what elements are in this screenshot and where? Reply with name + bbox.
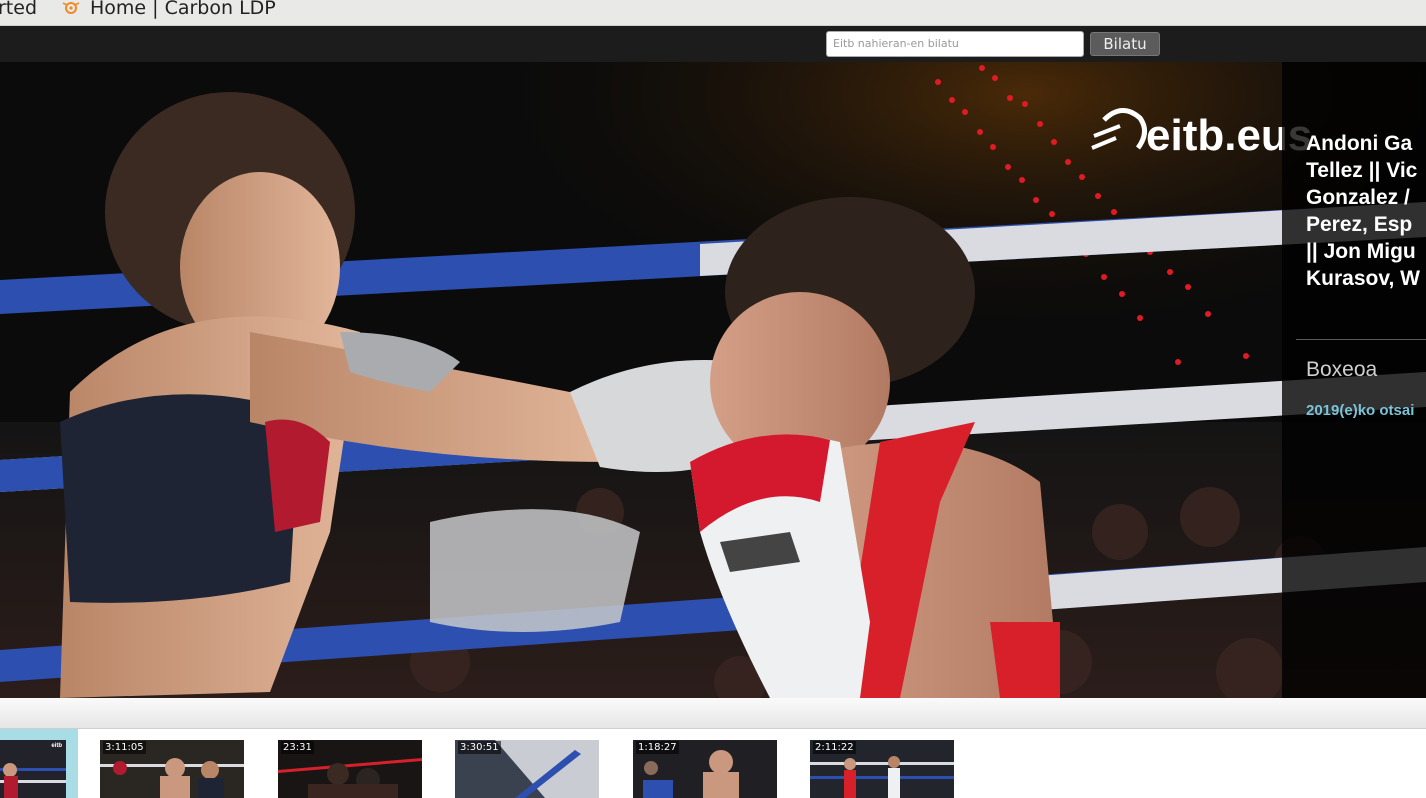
search-button[interactable]: Bilatu <box>1090 32 1160 56</box>
video-carousel: eitb 3:11:05 23:31 3:30:51 1:18:27 2:11:… <box>0 729 1426 798</box>
carousel-thumbnail[interactable]: 3:11:05 <box>100 740 244 798</box>
bookmark-item-rted[interactable]: rted <box>0 0 37 19</box>
search-input[interactable]: Eitb nahieran-en bilatu <box>826 31 1084 57</box>
bookmarks-bar: rted Home | Carbon LDP <box>0 0 1426 26</box>
panel-divider <box>1296 339 1426 340</box>
carousel-thumbnail[interactable]: 23:31 <box>278 740 422 798</box>
carbon-ldp-icon <box>62 2 80 14</box>
video-category[interactable]: Boxeoa <box>1306 358 1377 382</box>
carousel-thumbnail[interactable]: 1:18:27 <box>633 740 777 798</box>
thumbnail-duration: 2:11:22 <box>813 741 856 754</box>
bookmark-item-carbon-ldp[interactable]: Home | Carbon LDP <box>90 0 276 19</box>
site-header: Eitb nahieran-en bilatu Bilatu <box>0 26 1426 62</box>
thumbnail-duration: 3:11:05 <box>103 741 146 754</box>
carousel-header <box>0 698 1426 730</box>
video-info-panel: Andoni Ga Tellez || Vic Gonzalez / Perez… <box>1282 62 1426 698</box>
thumbnail-duration: 1:18:27 <box>636 741 679 754</box>
carousel-thumbnail[interactable]: 3:30:51 <box>455 740 599 798</box>
thumbnail-logo: eitb <box>51 743 62 749</box>
thumbnail-duration: 23:31 <box>281 741 314 754</box>
thumbnail-duration: 3:30:51 <box>458 741 501 754</box>
carousel-thumbnail[interactable]: eitb <box>0 740 66 798</box>
carousel-thumbnail[interactable]: 2:11:22 <box>810 740 954 798</box>
video-frame[interactable]: eitb.eus <box>0 62 1426 698</box>
video-title[interactable]: Andoni Ga Tellez || Vic Gonzalez / Perez… <box>1306 130 1426 292</box>
video-player[interactable]: eitb.eus Andoni Ga Tellez || Vic Gonzale… <box>0 62 1426 698</box>
video-date: 2019(e)ko otsai <box>1306 402 1415 419</box>
